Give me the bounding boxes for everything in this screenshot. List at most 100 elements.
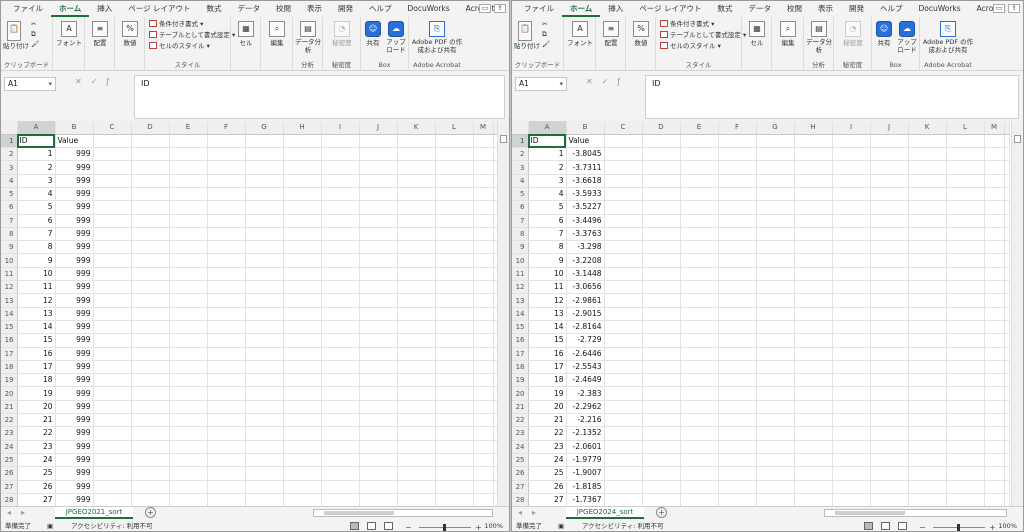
cell[interactable] bbox=[435, 267, 474, 282]
cell[interactable]: 22 bbox=[17, 426, 56, 441]
cell[interactable] bbox=[946, 333, 985, 348]
name-box[interactable]: A1 bbox=[4, 77, 56, 91]
cell[interactable] bbox=[359, 240, 398, 255]
cell[interactable] bbox=[131, 466, 170, 481]
ribbon-tab[interactable]: 表示 bbox=[810, 1, 841, 17]
cell[interactable] bbox=[473, 280, 494, 295]
cell[interactable] bbox=[680, 400, 719, 415]
cell[interactable] bbox=[359, 493, 398, 506]
cell[interactable] bbox=[832, 280, 871, 295]
cell[interactable] bbox=[984, 413, 1005, 428]
ribbon-tab[interactable]: 表示 bbox=[299, 1, 330, 17]
horizontal-scroll-thumb[interactable] bbox=[835, 511, 905, 515]
cell[interactable] bbox=[604, 134, 643, 149]
cell[interactable] bbox=[756, 160, 795, 175]
cell[interactable] bbox=[435, 466, 474, 481]
cell[interactable] bbox=[718, 174, 757, 188]
cell[interactable] bbox=[984, 426, 1005, 441]
cell[interactable] bbox=[207, 160, 246, 175]
row-header[interactable]: 6 bbox=[512, 200, 529, 215]
cell[interactable]: 1 bbox=[17, 147, 56, 162]
cell[interactable] bbox=[435, 280, 474, 295]
cell[interactable] bbox=[984, 200, 1005, 215]
cell[interactable] bbox=[604, 160, 643, 175]
cell[interactable] bbox=[832, 480, 871, 494]
cell[interactable] bbox=[908, 466, 947, 481]
cell[interactable] bbox=[756, 293, 795, 308]
cell[interactable] bbox=[870, 386, 909, 401]
cell[interactable] bbox=[169, 453, 208, 468]
cell[interactable] bbox=[794, 293, 833, 308]
paste-button[interactable]: 貼り付け bbox=[514, 42, 540, 50]
cell[interactable] bbox=[870, 400, 909, 415]
cell[interactable] bbox=[245, 373, 284, 388]
cell[interactable] bbox=[642, 333, 681, 348]
cell[interactable] bbox=[397, 267, 436, 282]
cell[interactable] bbox=[93, 333, 132, 348]
cell[interactable] bbox=[245, 440, 284, 454]
sensitivity-button[interactable]: 秘密度 bbox=[323, 39, 361, 47]
cell[interactable] bbox=[283, 360, 322, 375]
cell[interactable] bbox=[870, 187, 909, 202]
cell[interactable] bbox=[642, 187, 681, 202]
cell[interactable] bbox=[473, 320, 494, 335]
cell[interactable] bbox=[908, 413, 947, 428]
column-header[interactable]: F bbox=[718, 121, 757, 135]
cell[interactable] bbox=[245, 413, 284, 428]
ribbon-tab[interactable]: ホーム bbox=[562, 2, 601, 17]
column-header[interactable]: K bbox=[397, 121, 436, 135]
cell[interactable] bbox=[756, 373, 795, 388]
cell[interactable] bbox=[359, 480, 398, 494]
cell[interactable] bbox=[908, 440, 947, 454]
cell[interactable] bbox=[473, 174, 494, 188]
cell[interactable] bbox=[359, 160, 398, 175]
cell[interactable] bbox=[131, 267, 170, 282]
cell[interactable] bbox=[397, 227, 436, 242]
cell[interactable] bbox=[359, 147, 398, 162]
cell[interactable] bbox=[473, 347, 494, 361]
cell[interactable] bbox=[680, 453, 719, 468]
cell[interactable] bbox=[794, 453, 833, 468]
row-header[interactable]: 3 bbox=[512, 160, 529, 175]
cell[interactable] bbox=[642, 134, 681, 149]
cell[interactable]: -2.6446 bbox=[566, 347, 605, 361]
cell[interactable] bbox=[946, 267, 985, 282]
cell[interactable] bbox=[131, 347, 170, 361]
cell[interactable]: 25 bbox=[17, 466, 56, 481]
cell[interactable] bbox=[473, 493, 494, 506]
cell[interactable]: 999 bbox=[55, 360, 94, 375]
adobe-pdf-icon[interactable]: ⎘ bbox=[429, 21, 445, 37]
cell[interactable] bbox=[718, 307, 757, 321]
cell[interactable]: -3.8045 bbox=[566, 147, 605, 162]
cell[interactable] bbox=[680, 440, 719, 454]
cell[interactable] bbox=[908, 347, 947, 361]
cell[interactable] bbox=[397, 373, 436, 388]
cell[interactable] bbox=[908, 160, 947, 175]
cell[interactable] bbox=[984, 333, 1005, 348]
cell[interactable] bbox=[946, 466, 985, 481]
cell[interactable] bbox=[283, 333, 322, 348]
cell[interactable] bbox=[283, 307, 322, 321]
cell[interactable] bbox=[131, 360, 170, 375]
cell[interactable] bbox=[283, 453, 322, 468]
cell[interactable] bbox=[207, 373, 246, 388]
zoom-in-icon[interactable]: + bbox=[475, 521, 482, 531]
cell[interactable]: 21 bbox=[528, 413, 567, 428]
cell[interactable] bbox=[283, 440, 322, 454]
cell[interactable] bbox=[245, 347, 284, 361]
cell[interactable] bbox=[832, 440, 871, 454]
formula-bar[interactable]: ID bbox=[134, 75, 505, 119]
cell[interactable]: -3.4496 bbox=[566, 214, 605, 228]
cell[interactable] bbox=[283, 200, 322, 215]
cell[interactable] bbox=[93, 240, 132, 255]
cell[interactable] bbox=[207, 280, 246, 295]
row-header[interactable]: 11 bbox=[1, 267, 18, 282]
cell[interactable] bbox=[604, 373, 643, 388]
cell[interactable] bbox=[984, 174, 1005, 188]
cell[interactable] bbox=[321, 400, 360, 415]
ribbon-tab[interactable]: DocuWorks bbox=[400, 1, 458, 17]
cell[interactable] bbox=[169, 426, 208, 441]
row-header[interactable]: 14 bbox=[1, 307, 18, 321]
cell[interactable] bbox=[680, 333, 719, 348]
cell[interactable] bbox=[283, 187, 322, 202]
